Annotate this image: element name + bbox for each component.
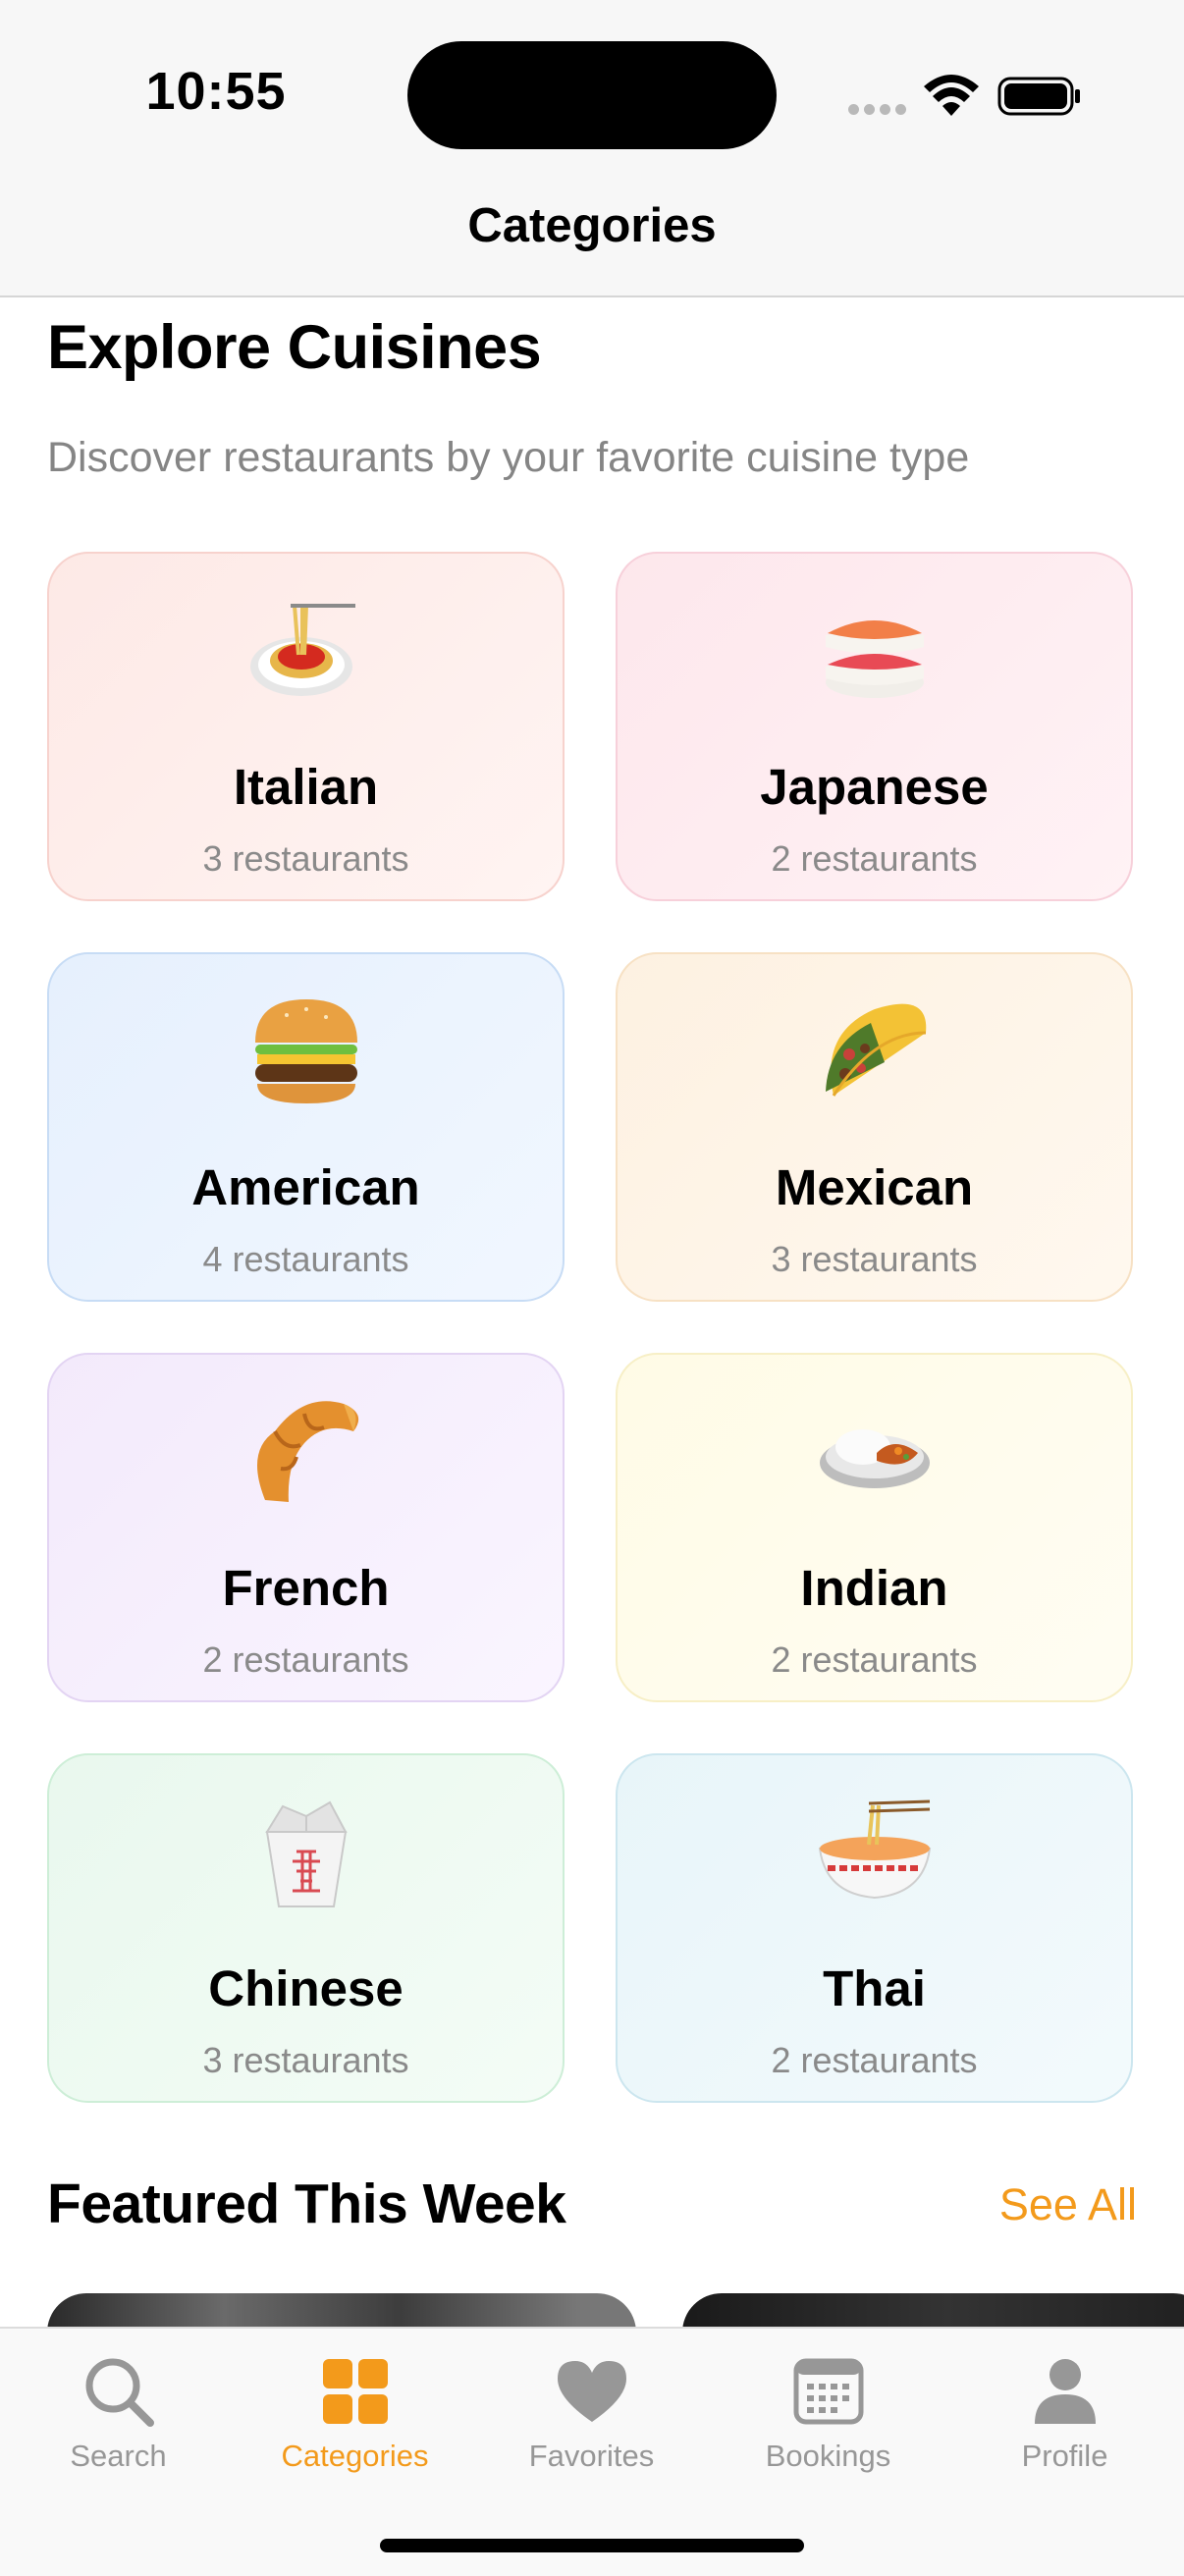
cuisine-name: Thai	[823, 1960, 926, 2016]
tab-label: Profile	[1021, 2439, 1108, 2473]
person-icon	[946, 2352, 1183, 2431]
curry-rice-icon	[618, 1392, 1131, 1510]
cuisine-name: American	[191, 1159, 420, 1215]
section-subtitle: Discover restaurants by your favorite cu…	[47, 434, 970, 481]
cuisine-name: French	[222, 1560, 390, 1616]
cellular-signal-icon	[848, 102, 911, 116]
sushi-icon	[618, 591, 1131, 709]
section-title: Explore Cuisines	[47, 313, 542, 382]
tab-categories[interactable]: Categories	[237, 2329, 473, 2486]
taco-icon	[618, 992, 1131, 1109]
tab-label: Categories	[281, 2439, 429, 2473]
page-title: Categories	[467, 199, 717, 252]
restaurant-count: 3 restaurants	[771, 1239, 978, 1279]
hamburger-icon	[49, 992, 563, 1109]
tab-bookings[interactable]: Bookings	[710, 2329, 946, 2486]
restaurant-count: 2 restaurants	[771, 838, 978, 879]
cuisine-name: Mexican	[775, 1159, 974, 1215]
cuisine-card-thai[interactable]: Thai 2 restaurants	[616, 1753, 1133, 2103]
restaurant-count: 3 restaurants	[202, 2040, 409, 2080]
spaghetti-icon	[49, 591, 563, 709]
cuisine-card-japanese[interactable]: Japanese 2 restaurants	[616, 552, 1133, 901]
tab-label: Search	[70, 2439, 167, 2473]
cuisine-card-chinese[interactable]: Chinese 3 restaurants	[47, 1753, 565, 2103]
restaurant-count: 3 restaurants	[202, 838, 409, 879]
grid-icon	[237, 2352, 473, 2431]
cuisine-name: Japanese	[760, 759, 989, 815]
dynamic-island	[407, 41, 777, 149]
restaurant-count: 2 restaurants	[202, 1639, 409, 1680]
battery-icon	[997, 77, 1080, 116]
heart-icon	[473, 2352, 710, 2431]
cuisine-card-indian[interactable]: Indian 2 restaurants	[616, 1353, 1133, 1702]
tab-label: Favorites	[528, 2439, 655, 2473]
cuisine-name: Chinese	[208, 1960, 404, 2016]
cuisine-name: Italian	[233, 759, 379, 815]
croissant-icon	[49, 1392, 563, 1510]
featured-section-title: Featured This Week	[47, 2173, 566, 2235]
cuisine-card-french[interactable]: French 2 restaurants	[47, 1353, 565, 1702]
cuisine-card-mexican[interactable]: Mexican 3 restaurants	[616, 952, 1133, 1302]
see-all-link[interactable]: See All	[999, 2179, 1137, 2230]
tab-label: Bookings	[765, 2439, 891, 2473]
home-indicator	[380, 2539, 804, 2552]
cuisine-name: Indian	[800, 1560, 948, 1616]
search-icon	[0, 2352, 237, 2431]
restaurant-count: 4 restaurants	[202, 1239, 409, 1279]
restaurant-count: 2 restaurants	[771, 2040, 978, 2080]
status-time: 10:55	[145, 62, 287, 121]
calendar-icon	[710, 2352, 946, 2431]
tab-profile[interactable]: Profile	[946, 2329, 1183, 2486]
tab-favorites[interactable]: Favorites	[473, 2329, 710, 2486]
takeout-box-icon	[49, 1793, 563, 1910]
noodle-bowl-icon	[618, 1793, 1131, 1910]
restaurant-count: 2 restaurants	[771, 1639, 978, 1680]
tab-search[interactable]: Search	[0, 2329, 237, 2486]
cuisine-card-american[interactable]: American 4 restaurants	[47, 952, 565, 1302]
navigation-header: 10:55 Categories	[0, 0, 1184, 297]
wifi-icon	[924, 75, 979, 116]
cuisine-card-italian[interactable]: Italian 3 restaurants	[47, 552, 565, 901]
